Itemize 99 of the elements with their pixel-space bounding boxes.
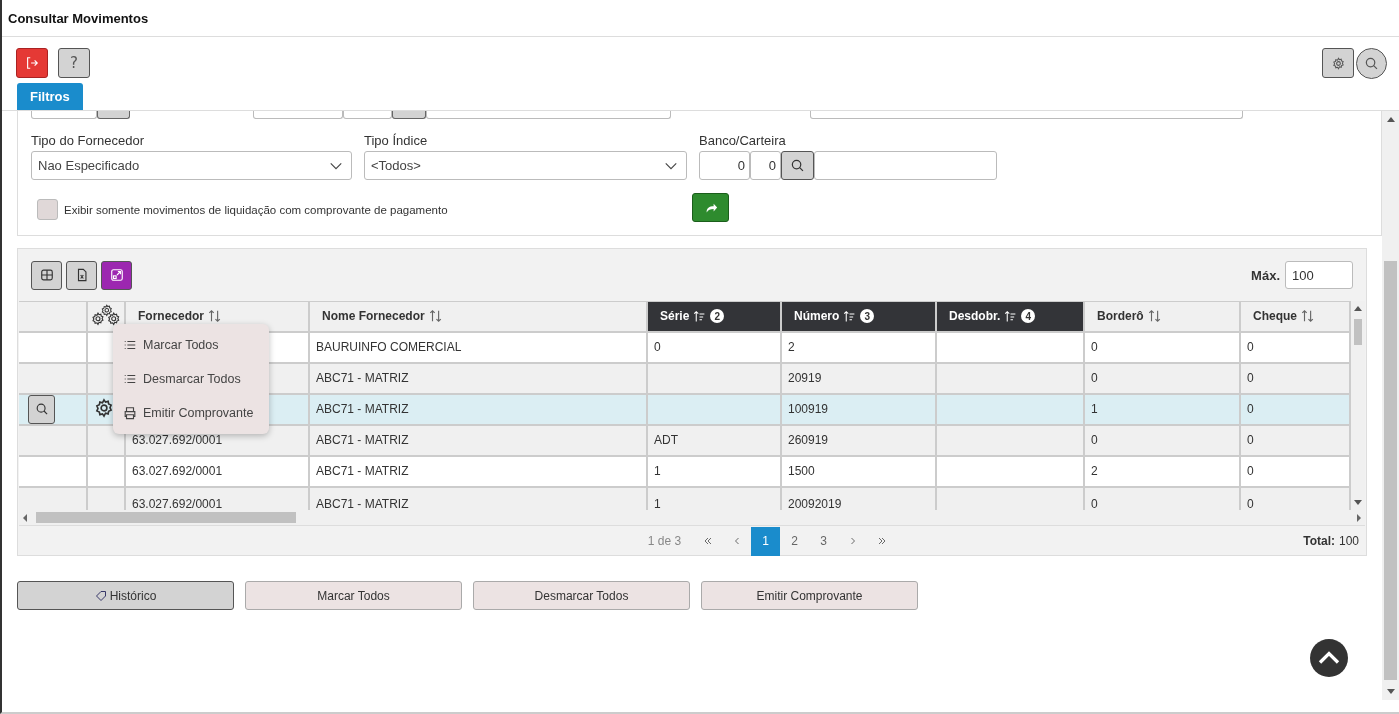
table-cell: BAURUINFO COMERCIAL (316, 340, 462, 354)
table-cell: 1500 (788, 464, 815, 478)
sort-order-badge: 4 (1021, 309, 1036, 324)
table-cell: 1 (654, 496, 661, 510)
exit-icon (25, 56, 39, 70)
column-header[interactable]: Série 2 (647, 301, 781, 332)
table-cell: ADT (654, 433, 678, 447)
input-field[interactable] (426, 111, 671, 119)
sort-order-badge: 2 (710, 309, 725, 324)
settings-icon (1331, 56, 1345, 70)
apply-button[interactable] (692, 193, 729, 222)
select-field[interactable]: <Todos> (364, 151, 687, 180)
table-cell: 63.027.692/0001 (132, 433, 223, 447)
excel-export-button[interactable] (66, 260, 97, 290)
scroll-to-top-button[interactable] (1310, 639, 1348, 677)
column-header[interactable]: Número 3 (781, 301, 936, 332)
table-cell: 1 (654, 464, 661, 478)
page-info: 1 de 3 (647, 534, 682, 548)
table-cell: ABC71 - MATRIZ (316, 402, 409, 416)
table-cell: 0 (1091, 433, 1098, 447)
grid-icon (39, 268, 54, 282)
filters-tab[interactable]: Filtros (17, 83, 83, 110)
search-icon (790, 158, 805, 173)
gears-icon (90, 303, 122, 326)
total-value: 100 (1338, 534, 1359, 548)
table-cell: 0 (1091, 371, 1098, 385)
list-icon (123, 372, 137, 386)
exit-button[interactable] (16, 48, 48, 78)
input-field[interactable] (814, 151, 997, 180)
table-cell: 63.027.692/0001 (132, 496, 223, 510)
max-rows-field[interactable]: 100 (1285, 261, 1353, 289)
table-cell: 0 (1247, 371, 1254, 385)
field-label: Tipo do Fornecedor (31, 133, 145, 149)
action-button[interactable]: Marcar Todos (245, 581, 462, 610)
table-row[interactable]: 63.027.692/0001 ABC71 - MATRIZ 1 1500 2 0 (19, 455, 1350, 487)
columns-button[interactable] (31, 260, 62, 290)
action-button[interactable]: Emitir Comprovante (701, 581, 918, 610)
table-row[interactable]: 63.027.692/0001 ABC71 - MATRIZ 1 20092019 0 0 (19, 486, 1350, 510)
table-cell: ABC71 - MATRIZ (316, 433, 409, 447)
lookup-button[interactable] (97, 111, 130, 119)
action-button[interactable]: Histórico (17, 581, 234, 610)
total-label: Total: (1303, 534, 1335, 548)
table-cell: 0 (1247, 402, 1254, 416)
checkbox[interactable] (37, 199, 58, 220)
search-button[interactable] (1356, 48, 1387, 79)
checkbox-label: Exibir somente movimentos de liquidação com comprovante de pagamento (64, 203, 449, 216)
max-label: Máx. (1251, 267, 1280, 283)
table-cell: 100919 (788, 402, 829, 416)
expand-button[interactable] (101, 260, 132, 290)
table-row[interactable]: 63.027.692/0001 ABC71 - MATRIZ ADT 260919 0 0 (19, 424, 1350, 456)
column-header[interactable]: Nome Fornecedor (309, 301, 647, 332)
select-field[interactable]: Nao Especificado (31, 151, 352, 180)
settings-button[interactable] (1322, 48, 1354, 78)
table-cell: 20092019 (788, 496, 842, 510)
field-label: Tipo Índice (364, 133, 429, 149)
table-cell: 0 (1247, 340, 1254, 354)
table-cell: 0 (1091, 340, 1098, 354)
window-title: Consultar Movimentos (8, 10, 149, 26)
tag-icon (94, 589, 107, 602)
input-field[interactable] (31, 111, 97, 119)
column-header[interactable]: Cheque (1240, 301, 1350, 332)
table-cell: 1 (1091, 402, 1098, 416)
input-field[interactable] (810, 111, 1243, 119)
column-header[interactable]: Borderô (1084, 301, 1240, 332)
table-cell: 0 (1091, 496, 1098, 510)
table-cell: 2 (788, 340, 795, 354)
table-cell: ABC71 - MATRIZ (316, 496, 409, 510)
table-cell: 260919 (788, 433, 829, 447)
search-button[interactable] (781, 151, 814, 180)
scrollbar[interactable] (1382, 111, 1399, 700)
bank-field[interactable]: 0 (699, 151, 750, 180)
table-cell: 0 (1247, 433, 1254, 447)
help-button[interactable]: ? (58, 48, 90, 78)
table-cell: 63.027.692/0001 (132, 464, 223, 478)
page-button[interactable]: 2 (780, 526, 810, 556)
printer-icon (123, 406, 137, 420)
row-search-button[interactable] (28, 394, 55, 423)
expand-icon (109, 268, 124, 282)
lookup-button[interactable] (392, 111, 426, 119)
page-button[interactable]: 3 (809, 526, 839, 556)
search-icon (1364, 56, 1379, 71)
input-field[interactable] (253, 111, 343, 119)
table-cell: ABC71 - MATRIZ (316, 464, 409, 478)
list-icon (123, 338, 137, 352)
column-header[interactable]: Desdobr. 4 (936, 301, 1084, 332)
table-cell: 20919 (788, 371, 822, 385)
sort-order-badge: 3 (860, 309, 875, 324)
page-button[interactable]: 1 (751, 526, 781, 556)
settings-icon (94, 397, 114, 418)
input-field[interactable] (343, 111, 392, 119)
table-cell: 0 (654, 340, 661, 354)
search-icon (34, 402, 49, 416)
table-cell: 2 (1091, 464, 1098, 478)
menu-item[interactable]: Desmarcar Todos (113, 362, 269, 396)
table-cell: 0 (1247, 464, 1254, 478)
table-cell: ABC71 - MATRIZ (316, 371, 409, 385)
table-cell: 0 (1247, 496, 1254, 510)
action-button[interactable]: Desmarcar Todos (473, 581, 690, 610)
field-label: Banco/Carteira (699, 133, 787, 149)
